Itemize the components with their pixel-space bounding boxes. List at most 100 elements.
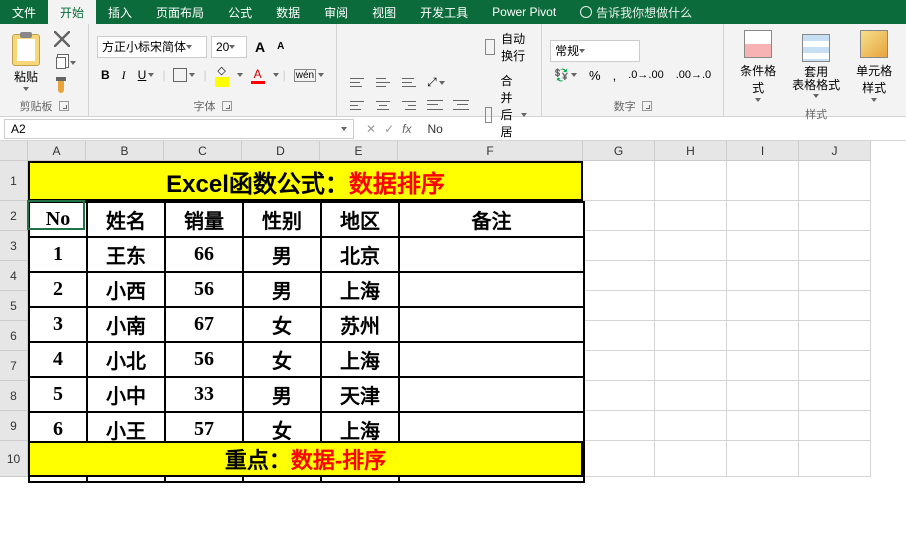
column-header[interactable]: D (242, 141, 320, 161)
cell[interactable] (727, 291, 799, 321)
cell[interactable] (727, 441, 799, 477)
table-cell[interactable]: 3 (29, 307, 87, 342)
cell[interactable] (655, 261, 727, 291)
increase-decimal-button[interactable]: .0→.00 (624, 66, 667, 85)
column-header[interactable]: B (86, 141, 164, 161)
align-middle-button[interactable] (371, 73, 395, 92)
column-header[interactable]: A (28, 141, 86, 161)
table-cell[interactable]: 56 (165, 342, 243, 377)
table-cell[interactable]: 小南 (87, 307, 165, 342)
cell[interactable] (655, 411, 727, 441)
cell[interactable] (799, 351, 871, 381)
increase-font-button[interactable]: A (251, 37, 269, 57)
table-cell[interactable]: 33 (165, 377, 243, 412)
cut-button[interactable] (50, 29, 80, 49)
row-header[interactable]: 1 (0, 161, 28, 201)
cancel-formula-button[interactable]: ✕ (366, 122, 376, 136)
cell[interactable] (799, 411, 871, 441)
column-header[interactable]: H (655, 141, 727, 161)
row-header[interactable]: 4 (0, 261, 28, 291)
cell[interactable] (799, 291, 871, 321)
table-cell[interactable]: 王东 (87, 237, 165, 272)
table-cell[interactable]: 男 (243, 237, 321, 272)
table-cell[interactable]: 天津 (321, 377, 399, 412)
row-header[interactable]: 7 (0, 351, 28, 381)
table-cell[interactable] (399, 272, 584, 307)
decrease-indent-button[interactable] (423, 96, 447, 114)
table-cell[interactable]: 小西 (87, 272, 165, 307)
caret-icon[interactable] (273, 73, 279, 77)
tab-powerpivot[interactable]: Power Pivot (480, 1, 568, 23)
underline-button[interactable]: U (134, 66, 159, 84)
cell[interactable] (655, 231, 727, 261)
cell[interactable] (799, 161, 871, 201)
conditional-format-button[interactable]: 条件格式 (732, 28, 784, 104)
align-bottom-button[interactable] (397, 73, 421, 92)
dialog-launcher-icon[interactable] (59, 101, 69, 111)
percent-button[interactable]: % (585, 66, 605, 85)
table-cell[interactable]: 5 (29, 377, 87, 412)
formula-bar[interactable]: No (419, 122, 906, 136)
fill-color-button[interactable]: ◇ (211, 62, 233, 89)
row-header[interactable]: 8 (0, 381, 28, 411)
cell[interactable] (727, 231, 799, 261)
font-name-combo[interactable]: 方正小标宋简体 (97, 36, 207, 58)
row-header[interactable]: 6 (0, 321, 28, 351)
font-color-button[interactable]: A (247, 65, 269, 86)
table-cell[interactable]: 男 (243, 377, 321, 412)
font-size-combo[interactable]: 20 (211, 36, 247, 58)
table-cell[interactable]: 67 (165, 307, 243, 342)
cell[interactable] (655, 321, 727, 351)
fx-button[interactable]: fx (402, 122, 411, 136)
cell-styles-button[interactable]: 单元格样式 (848, 28, 900, 104)
table-cell[interactable]: 1 (29, 237, 87, 272)
column-header[interactable]: C (164, 141, 242, 161)
bold-button[interactable]: B (97, 66, 114, 84)
cell[interactable] (727, 261, 799, 291)
cell[interactable] (583, 441, 655, 477)
column-header[interactable]: F (398, 141, 583, 161)
select-all-corner[interactable] (0, 141, 28, 161)
cell[interactable] (583, 161, 655, 201)
table-cell[interactable]: 男 (243, 272, 321, 307)
table-cell[interactable]: 小北 (87, 342, 165, 377)
align-top-button[interactable] (345, 73, 369, 92)
decrease-decimal-button[interactable]: .00→.0 (672, 66, 715, 85)
name-box[interactable]: A2 (4, 119, 354, 139)
increase-indent-button[interactable] (449, 96, 473, 114)
tab-data[interactable]: 数据 (264, 0, 312, 25)
orientation-button[interactable]: ⤢ (423, 73, 449, 92)
column-header[interactable]: G (583, 141, 655, 161)
footer-cell[interactable]: 重点：数据-排序 (28, 441, 583, 477)
table-cell[interactable]: 66 (165, 237, 243, 272)
accept-formula-button[interactable]: ✓ (384, 122, 394, 136)
accounting-format-button[interactable]: 💱 (550, 66, 581, 85)
tab-view[interactable]: 视图 (360, 0, 408, 25)
copy-button[interactable] (50, 53, 80, 73)
tell-me[interactable]: 告诉我你想做什么 (580, 4, 692, 21)
cell[interactable] (799, 441, 871, 477)
cell[interactable] (583, 351, 655, 381)
align-center-button[interactable] (371, 96, 395, 114)
cell[interactable] (799, 231, 871, 261)
cell[interactable] (655, 351, 727, 381)
table-cell[interactable] (399, 377, 584, 412)
cell[interactable] (583, 261, 655, 291)
cell[interactable] (799, 201, 871, 231)
tab-dev[interactable]: 开发工具 (408, 0, 480, 25)
row-header[interactable]: 9 (0, 411, 28, 441)
cell[interactable] (655, 291, 727, 321)
cell[interactable] (583, 291, 655, 321)
cell[interactable] (655, 161, 727, 201)
caret-icon[interactable] (237, 73, 243, 77)
table-cell[interactable]: 北京 (321, 237, 399, 272)
table-cell[interactable]: 上海 (321, 272, 399, 307)
cell[interactable] (799, 381, 871, 411)
column-header[interactable]: I (727, 141, 799, 161)
table-header-cell[interactable]: 销量 (165, 202, 243, 237)
decrease-font-button[interactable]: A (273, 39, 288, 54)
cell[interactable] (799, 321, 871, 351)
tab-home[interactable]: 开始 (48, 0, 96, 25)
table-cell[interactable]: 4 (29, 342, 87, 377)
table-cell[interactable]: 上海 (321, 342, 399, 377)
